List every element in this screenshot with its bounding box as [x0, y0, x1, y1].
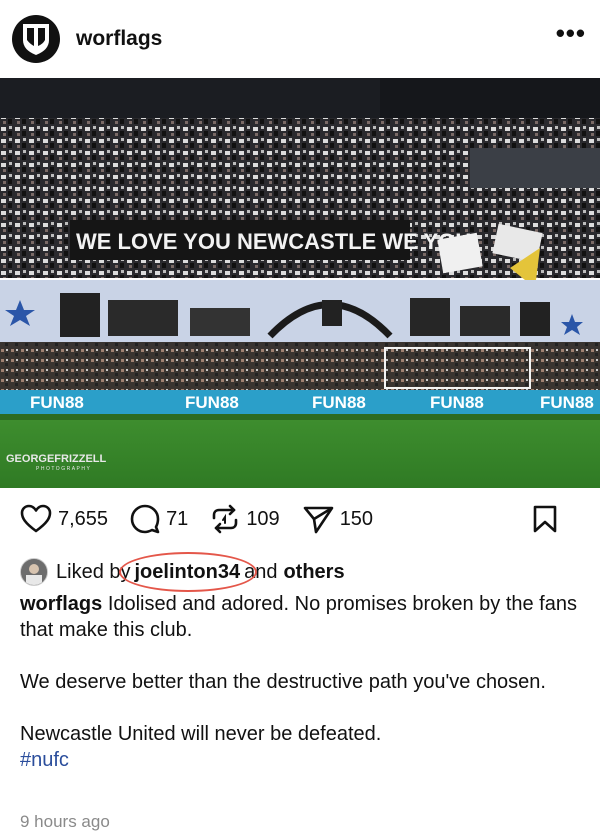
person-icon	[21, 559, 47, 585]
watermark-text: GEORGEFRIZZELL	[6, 453, 107, 465]
caption-text: Newcastle United will never be defeated.	[20, 723, 382, 745]
profile-avatar[interactable]	[12, 15, 60, 63]
comment-action[interactable]: 71	[130, 504, 188, 534]
ad-board-text: FUN88	[540, 393, 594, 412]
caption-hashtag[interactable]: #nufc	[20, 747, 580, 773]
share-count: 150	[339, 507, 374, 530]
send-icon[interactable]	[302, 504, 334, 534]
ad-board-text: FUN88	[30, 393, 84, 412]
caption-line: worflags Idolised and adored. No promise…	[20, 591, 580, 643]
repost-icon[interactable]	[210, 504, 240, 534]
liked-by-suffix: and	[244, 560, 278, 583]
caption-text: We deserve better than the destructive p…	[20, 671, 546, 693]
liked-by: Liked by joelinton34 and others	[20, 551, 345, 592]
watermark-subtext: PHOTOGRAPHY	[36, 466, 91, 472]
liked-by-others[interactable]: others	[283, 561, 344, 584]
liker-username[interactable]: joelinton34	[135, 561, 241, 583]
post-header: worflags •••	[0, 0, 600, 78]
banner-text: WE LOVE YOU NEWCASTLE WE YOU	[76, 229, 471, 254]
comment-count: 71	[166, 507, 189, 530]
caption-username[interactable]: worflags	[20, 593, 102, 615]
ad-board-text: FUN88	[430, 393, 484, 412]
comment-icon[interactable]	[130, 504, 160, 534]
ad-board-text: FUN88	[185, 393, 239, 412]
post-actions: 7,655 71 109 150	[0, 494, 600, 544]
post-photo[interactable]: WE LOVE YOU NEWCASTLE WE YOU FUN88 FUN88…	[0, 78, 600, 488]
stadium-photo: WE LOVE YOU NEWCASTLE WE YOU FUN88 FUN88…	[0, 78, 600, 488]
post-timestamp: 9 hours ago	[20, 812, 110, 831]
post-caption: worflags Idolised and adored. No promise…	[20, 591, 580, 773]
liker-username-wrap: joelinton34	[118, 551, 257, 592]
ad-board-text: FUN88	[312, 393, 366, 412]
heart-icon[interactable]	[20, 504, 52, 534]
caption-text: Idolised and adored. No promises broken …	[20, 593, 577, 641]
like-count: 7,655	[58, 507, 109, 530]
post-username[interactable]: worflags	[76, 27, 162, 51]
bookmark-icon[interactable]	[532, 504, 558, 534]
like-action[interactable]: 7,655	[20, 504, 108, 534]
more-options-icon[interactable]: •••	[556, 20, 586, 50]
liked-by-prefix: Liked by	[56, 560, 131, 583]
crest-icon	[23, 24, 49, 55]
repost-count: 109	[246, 507, 280, 530]
save-action[interactable]	[532, 504, 558, 534]
share-action[interactable]: 150	[302, 504, 373, 534]
liker-avatar[interactable]	[20, 558, 48, 586]
repost-action[interactable]: 109	[210, 504, 280, 534]
